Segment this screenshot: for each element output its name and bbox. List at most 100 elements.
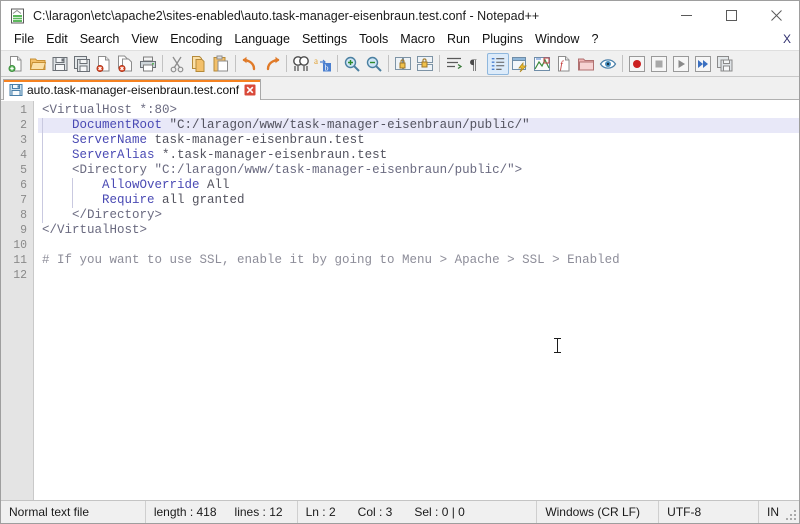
cut-icon[interactable] bbox=[166, 53, 188, 75]
close-file-icon[interactable] bbox=[93, 53, 115, 75]
code-token: DocumentRoot bbox=[72, 118, 163, 132]
code-token: *.task-manager-eisenbraun.test bbox=[154, 148, 388, 162]
status-encoding[interactable]: UTF-8 bbox=[659, 501, 760, 523]
code-content[interactable]: <VirtualHost *:80> DocumentRoot "C:/lara… bbox=[38, 101, 799, 500]
word-wrap-icon[interactable] bbox=[443, 53, 465, 75]
sync-horizontal-scroll-icon[interactable] bbox=[414, 53, 436, 75]
copy-icon[interactable] bbox=[188, 53, 210, 75]
menu-item-settings[interactable]: Settings bbox=[296, 31, 353, 49]
code-token: all granted bbox=[154, 193, 245, 207]
status-bar: Normal text file length : 418 lines : 12… bbox=[1, 500, 799, 523]
menu-item-tools[interactable]: Tools bbox=[353, 31, 394, 49]
macro-play-icon[interactable] bbox=[670, 53, 692, 75]
code-line[interactable]: Require all granted bbox=[38, 193, 799, 208]
ui-dialog-icon[interactable] bbox=[509, 53, 531, 75]
save-icon[interactable] bbox=[49, 53, 71, 75]
status-caret-position: Ln : 2 Col : 3 Sel : 0 | 0 bbox=[298, 501, 538, 523]
minimize-icon[interactable] bbox=[664, 1, 709, 30]
code-token: Require bbox=[102, 193, 155, 207]
folder-as-workspace-icon[interactable] bbox=[575, 53, 597, 75]
tab-auto-task-manager-conf[interactable]: auto.task-manager-eisenbraun.test.conf bbox=[3, 79, 262, 100]
paste-icon[interactable] bbox=[210, 53, 232, 75]
redo-icon[interactable] bbox=[261, 53, 283, 75]
zoom-out-icon[interactable] bbox=[363, 53, 385, 75]
toolbar-separator bbox=[235, 55, 236, 72]
code-token: <Directory "C:/laragon/www/task-manager-… bbox=[72, 163, 523, 177]
maximize-icon[interactable] bbox=[709, 1, 754, 30]
code-line[interactable] bbox=[38, 238, 799, 253]
code-line[interactable]: <VirtualHost *:80> bbox=[38, 103, 799, 118]
code-token: ServerName bbox=[72, 133, 148, 147]
menu-item-run[interactable]: Run bbox=[441, 31, 476, 49]
code-line[interactable]: <Directory "C:/laragon/www/task-manager-… bbox=[38, 163, 799, 178]
line-number-gutter: 1 2 3 4 5 6 7 8 9 10 11 12 bbox=[1, 101, 34, 500]
code-line[interactable]: # If you want to use SSL, enable it by g… bbox=[38, 253, 799, 268]
tab-close-icon[interactable] bbox=[244, 84, 256, 96]
replace-icon[interactable]: a b bbox=[312, 53, 334, 75]
code-token: # If you want to use SSL, enable it by g… bbox=[42, 253, 620, 267]
line-number: 7 bbox=[20, 194, 27, 207]
indent-guide-icon[interactable] bbox=[487, 52, 509, 75]
menu-item-plugins[interactable]: Plugins bbox=[476, 31, 529, 49]
title-bar: C:\laragon\etc\apache2\sites-enabled\aut… bbox=[1, 1, 799, 30]
save-all-icon[interactable] bbox=[71, 53, 93, 75]
close-document-button[interactable]: X bbox=[783, 32, 791, 46]
macro-run-multiple-icon[interactable] bbox=[692, 53, 714, 75]
code-line[interactable] bbox=[38, 268, 799, 283]
line-number: 2 bbox=[20, 119, 27, 132]
editor-area[interactable]: 1 2 3 4 5 6 7 8 9 10 11 12 <VirtualHost … bbox=[1, 100, 799, 500]
macro-record-icon[interactable] bbox=[626, 53, 648, 75]
menu-item-edit[interactable]: Edit bbox=[40, 31, 74, 49]
window-controls bbox=[664, 1, 799, 30]
macro-save-icon[interactable] bbox=[714, 53, 736, 75]
open-file-icon[interactable] bbox=[27, 53, 49, 75]
indent-guide bbox=[42, 193, 43, 208]
menu-item-file[interactable]: File bbox=[8, 31, 40, 49]
menu-item-help[interactable]: ? bbox=[585, 31, 604, 49]
line-number: 8 bbox=[20, 209, 27, 222]
macro-stop-icon[interactable] bbox=[648, 53, 670, 75]
menu-item-encoding[interactable]: Encoding bbox=[164, 31, 228, 49]
document-map-icon[interactable] bbox=[531, 53, 553, 75]
tab-label: auto.task-manager-eisenbraun.test.conf bbox=[27, 83, 240, 97]
menu-item-search[interactable]: Search bbox=[74, 31, 126, 49]
resize-grip-icon[interactable] bbox=[786, 510, 796, 520]
code-token: </Directory> bbox=[72, 208, 163, 222]
status-lines: lines : 12 bbox=[234, 505, 283, 519]
status-ln: Ln : 2 bbox=[305, 505, 336, 519]
sync-vertical-scroll-icon[interactable] bbox=[392, 53, 414, 75]
zoom-in-icon[interactable] bbox=[341, 53, 363, 75]
tab-bar: auto.task-manager-eisenbraun.test.conf bbox=[1, 77, 799, 100]
find-icon[interactable] bbox=[290, 53, 312, 75]
code-line[interactable]: AllowOverride All bbox=[38, 178, 799, 193]
menu-item-window[interactable]: Window bbox=[529, 31, 585, 49]
code-line[interactable]: DocumentRoot "C:/laragon/www/task-manage… bbox=[38, 118, 799, 133]
close-all-files-icon[interactable] bbox=[115, 53, 137, 75]
menu-item-language[interactable]: Language bbox=[228, 31, 296, 49]
toolbar-separator bbox=[286, 55, 287, 72]
code-token: AllowOverride bbox=[102, 178, 200, 192]
code-line[interactable]: ServerAlias *.task-manager-eisenbraun.te… bbox=[38, 148, 799, 163]
notepad-plus-plus-icon bbox=[10, 8, 26, 24]
line-number: 6 bbox=[20, 179, 27, 192]
monitoring-icon[interactable] bbox=[597, 53, 619, 75]
code-line[interactable]: </VirtualHost> bbox=[38, 223, 799, 238]
undo-icon[interactable] bbox=[239, 53, 261, 75]
new-file-icon[interactable] bbox=[5, 53, 27, 75]
svg-text:a: a bbox=[314, 56, 318, 66]
status-eol-format[interactable]: Windows (CR LF) bbox=[537, 501, 660, 523]
show-all-characters-icon[interactable]: ¶ bbox=[465, 53, 487, 75]
menu-item-macro[interactable]: Macro bbox=[394, 31, 441, 49]
print-icon[interactable] bbox=[137, 53, 159, 75]
close-icon[interactable] bbox=[754, 1, 799, 30]
line-number: 3 bbox=[20, 134, 27, 147]
menu-bar: File Edit Search View Encoding Language … bbox=[1, 30, 799, 50]
function-list-icon[interactable]: f bbox=[553, 53, 575, 75]
window-title: C:\laragon\etc\apache2\sites-enabled\aut… bbox=[33, 8, 540, 23]
code-line[interactable]: </Directory> bbox=[38, 208, 799, 223]
code-line[interactable]: ServerName task-manager-eisenbraun.test bbox=[38, 133, 799, 148]
menu-item-view[interactable]: View bbox=[125, 31, 164, 49]
notepad-plus-plus-window: C:\laragon\etc\apache2\sites-enabled\aut… bbox=[0, 0, 800, 524]
